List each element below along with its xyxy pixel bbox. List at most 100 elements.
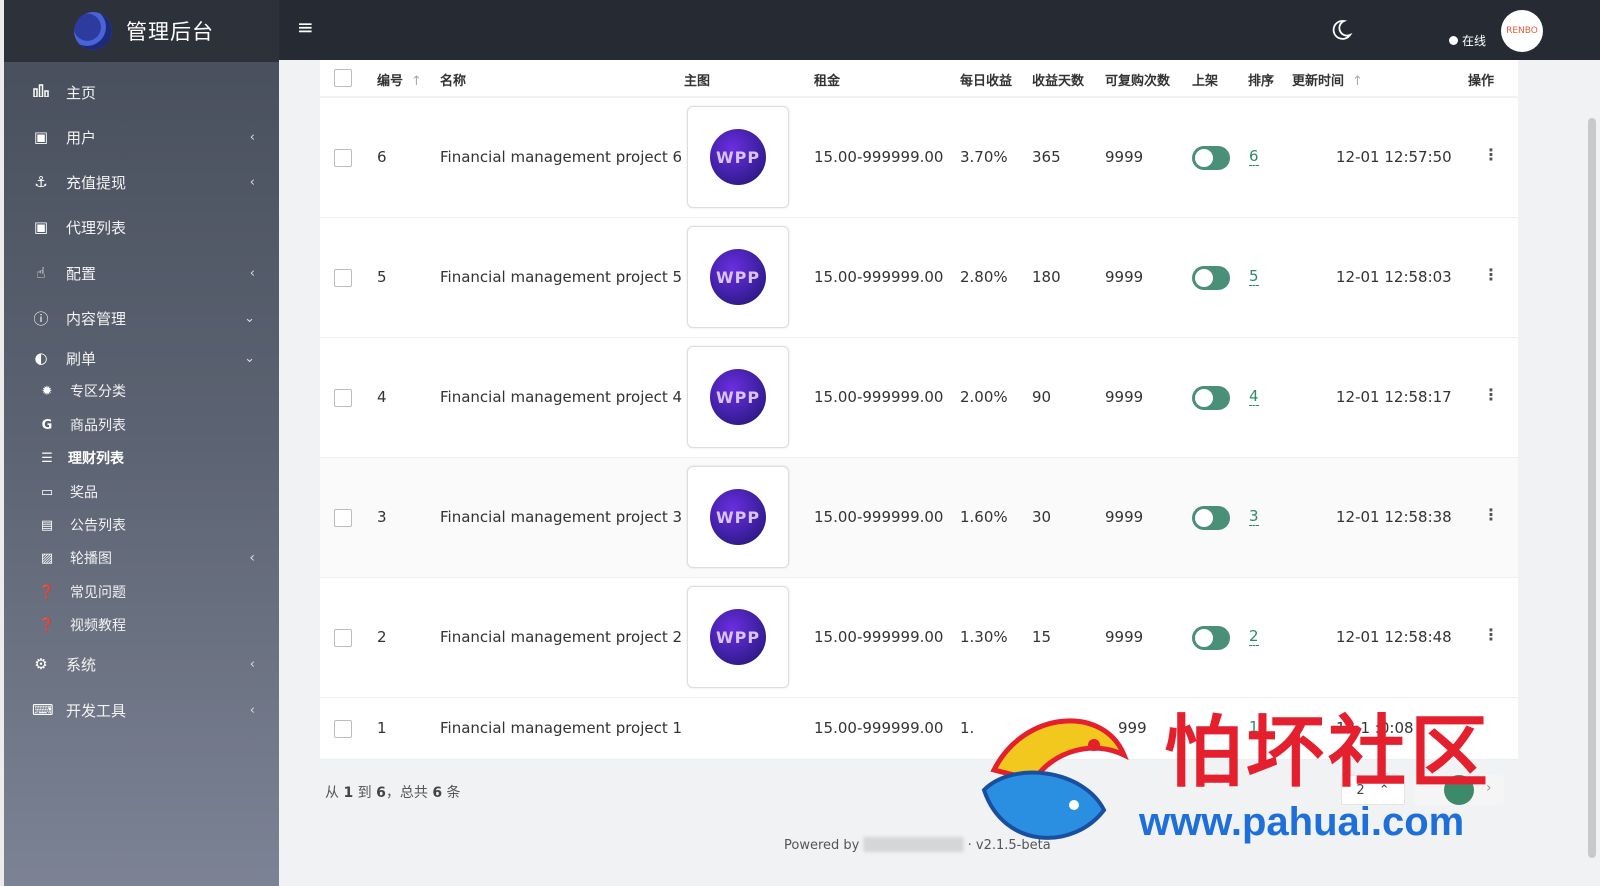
sidebar-item-label: 开发工具 [66,701,127,720]
money-icon: ▭ [40,484,54,500]
col-header-rebuy: 可复购次数 [1105,74,1171,89]
sidebar-subitem-goods[interactable]: G 商品列表 [4,410,279,440]
sidebar-item-label: 系统 [66,655,97,674]
product-thumbnail[interactable]: WPP [687,226,789,328]
sidebar-subitem-notices[interactable]: ▤ 公告列表 [4,510,279,540]
question-icon: ❓ [38,617,56,633]
col-header-days: 收益天数 [1032,74,1085,89]
status-dot-icon [1449,36,1458,45]
sidebar-item-video[interactable]: ❓ 视频教程 [4,610,279,640]
brand-title: 管理后台 [126,20,214,44]
sidebar-item-devtools[interactable]: ⌨ 开发工具 ‹ [4,690,279,730]
sidebar-item-recharge[interactable]: ⚓ 充值提现 ‹ [4,162,279,202]
app-window: 管理后台 主页 ▣ 用户 ‹ ⚓ 充值提现 ‹ ▣ 代理列表 ☝ 配置 ‹ ⓘ … [4,0,1600,886]
avatar[interactable]: RENBO [1501,10,1543,52]
keyboard-icon: ⌨ [32,701,54,719]
sidebar-item-content[interactable]: ⓘ 内容管理 ⌄ [4,298,279,338]
sidebar-item-label: 奖品 [70,485,98,501]
sidebar-item-users[interactable]: ▣ 用户 ‹ [4,117,279,157]
more-actions-icon[interactable]: ⋮ [1483,385,1499,404]
document-icon: ▤ [40,517,54,533]
more-actions-icon[interactable]: ⋮ [1483,265,1499,284]
more-actions-icon[interactable]: ⋮ [1483,145,1499,164]
product-thumbnail[interactable]: WPP [687,466,789,568]
listed-toggle[interactable] [1192,146,1230,170]
cell-rent: 15.00-999999.00 [814,628,944,646]
row-checkbox[interactable] [334,509,352,527]
cell-id: 2 [377,628,387,646]
chevron-left-icon: ‹ [249,129,255,145]
listed-toggle[interactable] [1192,386,1230,410]
row-checkbox[interactable] [334,389,352,407]
sidebar-item-label: 理财列表 [68,451,124,467]
moon-icon[interactable] [1329,18,1353,42]
more-actions-icon[interactable]: ⋮ [1483,505,1499,524]
sidebar-item-orders[interactable]: ◐ 刷单 ⌄ [4,338,279,378]
sidebar-item-label: 公告列表 [70,518,126,534]
col-header-image: 主图 [684,74,711,89]
footer-powered: Powered by [784,838,860,853]
sidebar-item-faq[interactable]: ❓ 常见问题 [4,577,279,607]
row-checkbox[interactable] [334,720,352,738]
sidebar-subitem-zone[interactable]: ✹ 专区分类 [4,376,279,406]
product-thumbnail[interactable]: WPP [687,106,789,208]
sidebar-item-agents[interactable]: ▣ 代理列表 [4,207,279,247]
sidebar-item-system[interactable]: ⚙ 系统 ‹ [4,644,279,684]
cell-id: 1 [377,719,387,737]
cell-rent: 15.00-999999.00 [814,148,944,166]
cell-rent: 15.00-999999.00 [814,268,944,286]
menu-toggle-icon[interactable]: ≡ [297,16,319,38]
watermark-url: www.pahuai.com [1139,800,1465,844]
table-row: 6 Financial management project 6 WPP 15.… [320,98,1518,218]
chevron-down-icon: ⌄ [244,350,255,366]
sidebar-item-home[interactable]: 主页 [4,72,279,112]
sidebar-item-label: 内容管理 [66,309,127,328]
sidebar-item-label: 刷单 [66,349,97,368]
wpp-logo: WPP [710,249,766,305]
cell-rebuy: 9999 [1105,148,1144,166]
sort-value[interactable]: 2 [1249,628,1259,646]
question-icon: ❓ [38,584,56,600]
sidebar-item-label: 专区分类 [70,384,126,400]
scrollbar[interactable] [1588,118,1596,858]
product-thumbnail[interactable]: WPP [687,346,789,448]
row-checkbox[interactable] [334,629,352,647]
chevron-down-icon: ⌄ [244,310,255,326]
more-actions-icon[interactable]: ⋮ [1483,625,1499,644]
cell-daily: 1.60% [960,508,1008,526]
col-header-id[interactable]: 编号 ↑ [377,70,422,89]
sidebar-subitem-prizes[interactable]: ▭ 奖品 [4,477,279,507]
col-header-listed: 上架 [1192,74,1219,89]
row-checkbox[interactable] [334,149,352,167]
sidebar-subitem-finance[interactable]: ☰ 理财列表 [4,443,279,473]
cell-daily: 2.80% [960,268,1008,286]
table-row: 4 Financial management project 4 WPP 15.… [320,338,1518,458]
sort-value[interactable]: 6 [1249,148,1259,166]
sidebar-item-carousel[interactable]: ▨ 轮播图 ‹ [4,543,279,573]
sort-arrow-icon: ↑ [411,74,422,89]
wpp-logo: WPP [710,489,766,545]
footer-blurred-link: ▒▒▒▒▒▒▒▒▒▒ [863,838,964,853]
chevron-left-icon: ‹ [249,174,255,190]
chevron-left-icon: ‹ [249,656,255,672]
sidebar-item-label: 视频教程 [70,618,126,634]
product-thumbnail[interactable]: WPP [687,586,789,688]
row-checkbox[interactable] [334,269,352,287]
sort-value[interactable]: 3 [1249,508,1259,526]
listed-toggle[interactable] [1192,626,1230,650]
select-all-checkbox[interactable] [334,69,352,87]
pagination-info: 从 1 到 6，总共 6 条 [325,785,461,801]
gear-icon: ⚙ [34,655,48,673]
brand: 管理后台 [4,0,279,62]
sidebar-item-config[interactable]: ☝ 配置 ‹ [4,253,279,293]
col-header-updated[interactable]: 更新时间 ↑ [1292,70,1363,89]
list-icon: ☰ [41,450,53,466]
sort-value[interactable]: 4 [1249,388,1259,406]
cell-name: Financial management project 4 [440,388,683,406]
hand-icon: ☝ [36,264,46,282]
listed-toggle[interactable] [1192,266,1230,290]
cell-name: Financial management project 5 [440,268,683,286]
topbar: ≡ 在线 RENBO [279,0,1600,60]
listed-toggle[interactable] [1192,506,1230,530]
sort-value[interactable]: 5 [1249,268,1259,286]
